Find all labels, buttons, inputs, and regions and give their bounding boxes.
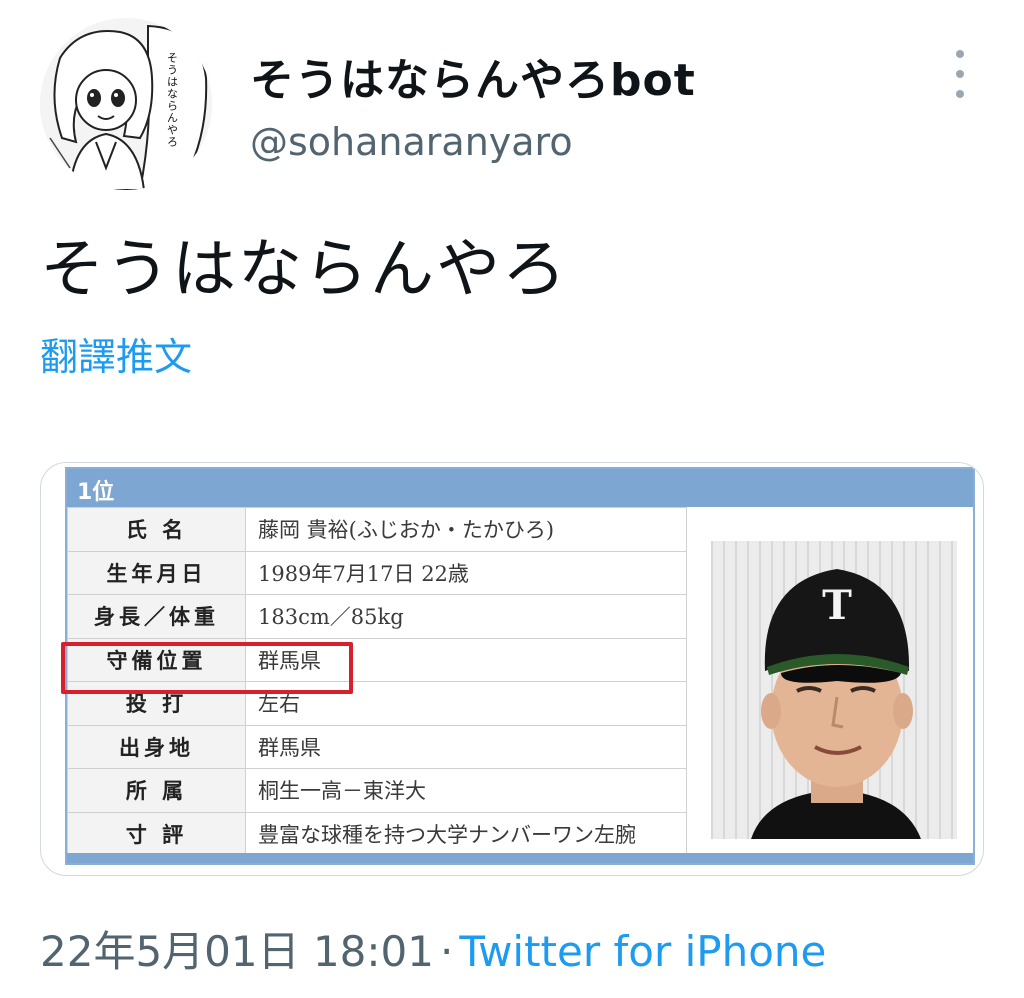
profile-row-key: 身長／体重 <box>67 594 246 639</box>
profile-row-value: 群馬県 <box>245 724 687 769</box>
metadata-separator: · <box>440 927 454 976</box>
profile-row-value: 藤岡 貴裕(ふじおか・たかひろ) <box>245 507 687 552</box>
tweet-timestamp[interactable]: 22年5月01日 18:01 <box>40 927 434 976</box>
more-vertical-icon-dot <box>956 70 964 78</box>
profile-row-key: 寸 評 <box>67 811 246 856</box>
profile-row-value: 桐生一高－東洋大 <box>245 768 687 813</box>
profile-row-value: 183cm／85kg <box>245 594 687 639</box>
red-highlight-box <box>61 642 353 694</box>
tweet-text: そうはならんやろ <box>40 233 568 307</box>
card-bottom-bar <box>67 853 973 863</box>
tweet-source-link[interactable]: Twitter for iPhone <box>459 927 826 976</box>
player-portrait: T <box>711 541 957 839</box>
profile-row-value: 豊富な球種を持つ大学ナンバーワン左腕 <box>245 811 687 856</box>
player-portrait-icon: T <box>711 541 957 839</box>
profile-row: 出身地 群馬県 <box>67 724 687 769</box>
author-display-name[interactable]: そうはならんやろbot <box>250 44 696 108</box>
avatar-bubble-text: そうはならんやろ <box>166 52 179 148</box>
profile-row-key: 生年月日 <box>67 550 246 595</box>
author-handle[interactable]: @sohanaranyaro <box>250 120 573 164</box>
svg-text:T: T <box>822 582 852 629</box>
translate-tweet-link[interactable]: 翻譯推文 <box>40 326 192 381</box>
tweet-metadata: 22年5月01日 18:01 · Twitter for iPhone <box>40 918 826 979</box>
more-vertical-icon <box>956 50 964 58</box>
profile-row: 所 属桐生一高－東洋大 <box>67 768 687 813</box>
player-profile-image: 1位 氏 名藤岡 貴裕(ふじおか・たかひろ) 生年月日 1989年7月17日 22歳… <box>61 467 975 865</box>
profile-row-key: 出身地 <box>67 724 246 769</box>
attached-image-card[interactable]: 1位 氏 名藤岡 貴裕(ふじおか・たかひろ) 生年月日 1989年7月17日 22歳… <box>40 462 984 876</box>
manga-character-avatar-icon: そうはならんやろ <box>40 18 212 190</box>
profile-row-key: 所 属 <box>67 768 246 813</box>
more-vertical-icon-dot <box>956 90 964 98</box>
more-options-button[interactable] <box>948 50 972 98</box>
profile-row-value: 1989年7月17日 22歳 <box>245 550 687 595</box>
avatar[interactable]: そうはならんやろ <box>40 18 212 190</box>
profile-row: 生年月日 1989年7月17日 22歳 <box>67 550 687 595</box>
profile-row: 氏 名藤岡 貴裕(ふじおか・たかひろ) <box>67 507 687 552</box>
profile-row: 寸 評豊富な球種を持つ大学ナンバーワン左腕 <box>67 811 687 856</box>
profile-row: 身長／体重 183cm／85kg <box>67 594 687 639</box>
rank-header: 1位 <box>67 469 973 507</box>
profile-row-key: 氏 名 <box>67 507 246 552</box>
